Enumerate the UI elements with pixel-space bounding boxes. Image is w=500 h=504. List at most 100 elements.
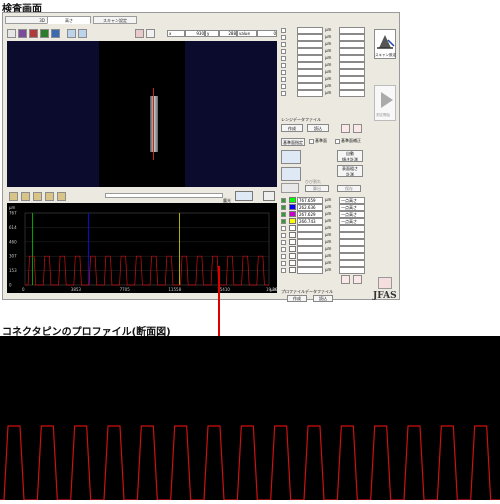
flip-icon[interactable] (29, 29, 38, 38)
row-checkbox[interactable] (281, 56, 286, 61)
zoomed-profile-svg (0, 425, 500, 501)
row-value-field (297, 69, 323, 76)
select-icon[interactable] (146, 29, 155, 38)
measurement-color-swatch[interactable] (289, 239, 296, 245)
profile-delete-icon[interactable] (341, 275, 350, 284)
row-checkbox[interactable] (281, 70, 286, 75)
measurement-type (339, 232, 365, 239)
measurement-checkbox[interactable] (281, 247, 286, 252)
row-checkbox[interactable] (281, 35, 286, 40)
measurement-checkbox[interactable] (281, 240, 286, 245)
y-tick-label: 153 (9, 268, 17, 273)
measurement-unit: μm (325, 211, 332, 216)
profile-delete-all-icon[interactable] (353, 275, 362, 284)
row-checkbox[interactable] (281, 28, 286, 33)
reference-plane-check-label: 基準面 (315, 138, 327, 143)
row-checkbox[interactable] (281, 77, 286, 82)
row-checkbox[interactable] (281, 84, 286, 89)
row-checkbox[interactable] (281, 42, 286, 47)
row-label-field (339, 27, 365, 34)
row-value-field (297, 62, 323, 69)
surface-measure-icon[interactable] (281, 167, 301, 181)
measurement-checkbox[interactable] (281, 254, 286, 259)
measurement-color-swatch[interactable] (289, 218, 296, 224)
measurement-color-swatch[interactable] (289, 204, 296, 210)
tilt-icon[interactable] (40, 29, 49, 38)
measurement-checkbox[interactable] (281, 233, 286, 238)
measurement-color-swatch[interactable] (289, 267, 296, 273)
height-map-view[interactable] (7, 41, 277, 187)
measurement-type: 一点高さ (339, 218, 365, 225)
measurement-checkbox[interactable] (281, 212, 286, 217)
profile-line[interactable] (153, 88, 154, 160)
profile-create-button[interactable]: 作成 (287, 295, 307, 302)
side-panel: スキャン設定 測定開始 JFAS (373, 27, 397, 301)
row-label-field (339, 90, 365, 97)
rotate-icon[interactable] (18, 29, 27, 38)
tab-height[interactable]: 高さ (47, 16, 91, 24)
measurement-list: 767.659 μm 一点高さ 262.636 μm 一点高さ 267.629 μm 一点高さ 2… (279, 197, 373, 277)
measurement-color-swatch[interactable] (289, 197, 296, 203)
tool-5-icon[interactable] (57, 192, 66, 201)
crack-measure-button[interactable]: 算出 (305, 185, 329, 192)
row-checkbox[interactable] (281, 91, 286, 96)
measurement-color-swatch[interactable] (289, 225, 296, 231)
delete-icon[interactable] (341, 124, 350, 133)
reference-correction-checkbox[interactable] (335, 139, 340, 144)
crack-icon[interactable] (281, 183, 299, 193)
reference-plane-checkbox[interactable] (309, 139, 314, 144)
reference-plane-button[interactable]: 基準面指定 (281, 138, 305, 146)
measurement-color-swatch[interactable] (289, 246, 296, 252)
x-tick-label: 7705 (120, 287, 131, 292)
range-read-button[interactable]: 読込 (307, 124, 329, 132)
view-icon[interactable] (51, 29, 60, 38)
power-icon[interactable] (378, 277, 392, 289)
tool-delete-icon[interactable] (353, 124, 362, 133)
measurement-checkbox[interactable] (281, 268, 286, 273)
zoom-out-icon[interactable] (78, 29, 87, 38)
tool-1-icon[interactable] (9, 192, 18, 201)
row-checkbox[interactable] (281, 63, 286, 68)
tab-scan-settings[interactable]: スキャン設定 (93, 16, 137, 24)
measurement-checkbox[interactable] (281, 226, 286, 231)
surface-roughness-button[interactable]: 表面粗さ 計測 (337, 165, 363, 177)
measurement-unit: μm (325, 225, 332, 230)
measurement-checkbox[interactable] (281, 198, 286, 203)
auto-measure-icon[interactable] (281, 150, 301, 164)
start-measure-button[interactable]: 測定開始 (374, 85, 396, 121)
row-value-field (297, 83, 323, 90)
profile-chart-svg: μm76761446030715300 3853 7705 11558 15410 19,… (9, 205, 280, 292)
measurement-checkbox[interactable] (281, 205, 286, 210)
measurement-color-swatch[interactable] (289, 253, 296, 259)
connector-image (150, 96, 158, 152)
crack-save-button[interactable]: 保存 (337, 185, 361, 192)
tool-2-icon[interactable] (21, 192, 30, 201)
profile-graph-icon[interactable] (235, 191, 253, 201)
measurement-rows-top: μm μm μm μm μm μm μm μm μm μm (279, 27, 373, 97)
tool-3-icon[interactable] (33, 192, 42, 201)
measurement-color-swatch[interactable] (289, 232, 296, 238)
tool-4-icon[interactable] (45, 192, 54, 201)
zoom-in-icon[interactable] (67, 29, 76, 38)
row-label-field (339, 62, 365, 69)
row-unit: μm (325, 62, 332, 67)
open-icon[interactable] (7, 29, 16, 38)
row-value-field (297, 41, 323, 48)
profile-read-button[interactable]: 読込 (313, 295, 333, 302)
measurement-color-swatch[interactable] (289, 211, 296, 217)
measurement-checkbox[interactable] (281, 261, 286, 266)
save-icon[interactable] (263, 191, 275, 201)
scan-area (99, 41, 185, 187)
measurement-value: 267.629 (297, 211, 323, 218)
measurement-unit: μm (325, 246, 332, 251)
row-unit: μm (325, 83, 332, 88)
measurement-color-swatch[interactable] (289, 260, 296, 266)
measurement-checkbox[interactable] (281, 219, 286, 224)
auto-tilt-button[interactable]: 自動 傾き計測 (337, 150, 363, 162)
row-checkbox[interactable] (281, 49, 286, 54)
row-value-field (297, 55, 323, 62)
scan-settings-button[interactable]: スキャン設定 (374, 29, 396, 59)
mark-icon[interactable] (135, 29, 144, 38)
range-slider[interactable] (105, 193, 223, 198)
range-create-button[interactable]: 作成 (281, 124, 303, 132)
